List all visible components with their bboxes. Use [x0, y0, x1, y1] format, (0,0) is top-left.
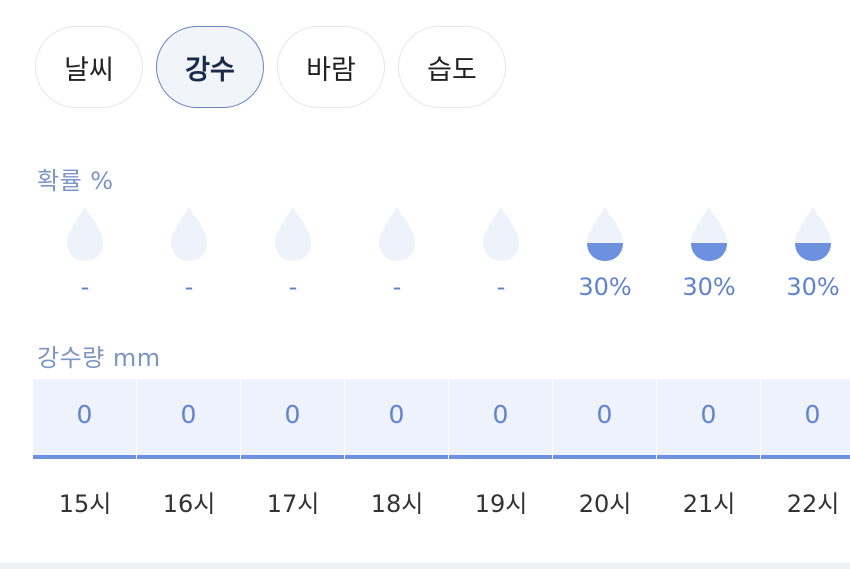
precipitation-amount-cell: 0: [137, 379, 240, 459]
precipitation-amount-value: 0: [76, 400, 93, 429]
precipitation-amount-value: 0: [700, 400, 717, 429]
tab-precipitation[interactable]: 강수: [156, 26, 264, 108]
probability-value: 30%: [682, 273, 736, 301]
tab-precipitation-label: 강수: [185, 54, 235, 86]
precipitation-amount-row: 0 0 0 0 0 0 0 0: [33, 379, 850, 459]
precipitation-amount-value: 0: [804, 400, 821, 429]
raindrop-icon: [171, 207, 207, 261]
hour-label: 15시: [58, 490, 112, 518]
tab-wind[interactable]: 바람: [277, 26, 385, 108]
hour-label: 18시: [370, 490, 424, 518]
hour-label: 19시: [474, 490, 528, 518]
precipitation-amount-value: 0: [596, 400, 613, 429]
probability-value: -: [184, 273, 194, 301]
tab-wind-label: 바람: [306, 54, 356, 86]
raindrop-icon: [691, 207, 727, 261]
tab-weather-label: 날씨: [64, 54, 114, 86]
hour-label: 21시: [682, 490, 736, 518]
raindrop-icon: [587, 207, 623, 261]
probability-value: 30%: [786, 273, 840, 301]
precipitation-amount-value: 0: [284, 400, 301, 429]
precipitation-amount-cell: 0: [345, 379, 448, 459]
precipitation-amount-cell: 0: [449, 379, 552, 459]
bottom-divider: [0, 563, 850, 569]
precipitation-amount-cell: 0: [657, 379, 760, 459]
probability-label: 확률 %: [37, 167, 114, 195]
probability-value: -: [496, 273, 506, 301]
tab-humidity[interactable]: 습도: [398, 26, 506, 108]
probability-value: -: [80, 273, 90, 301]
tab-humidity-label: 습도: [427, 54, 477, 86]
precipitation-amount-cell: 0: [33, 379, 136, 459]
hour-label: 17시: [266, 490, 320, 518]
precipitation-amount-value: 0: [492, 400, 509, 429]
precipitation-amount-cell: 0: [553, 379, 656, 459]
raindrop-icon: [67, 207, 103, 261]
probability-value: 30%: [578, 273, 632, 301]
raindrop-icon: [379, 207, 415, 261]
precipitation-amount-value: 0: [180, 400, 197, 429]
probability-value: -: [288, 273, 298, 301]
precipitation-amount-cell: 0: [241, 379, 344, 459]
tab-weather[interactable]: 날씨: [35, 26, 143, 108]
category-tabs: 날씨 강수 바람 습도: [35, 26, 506, 108]
hour-label: 22시: [786, 490, 840, 518]
raindrop-icon: [275, 207, 311, 261]
precipitation-amount-value: 0: [388, 400, 405, 429]
hour-label: 20시: [578, 490, 632, 518]
raindrop-icon: [795, 207, 831, 261]
precipitation-amount-cell: 0: [761, 379, 850, 459]
probability-value: -: [392, 273, 402, 301]
hour-label: 16시: [162, 490, 216, 518]
precipitation-amount-label: 강수량 mm: [37, 344, 161, 372]
raindrop-icon: [483, 207, 519, 261]
